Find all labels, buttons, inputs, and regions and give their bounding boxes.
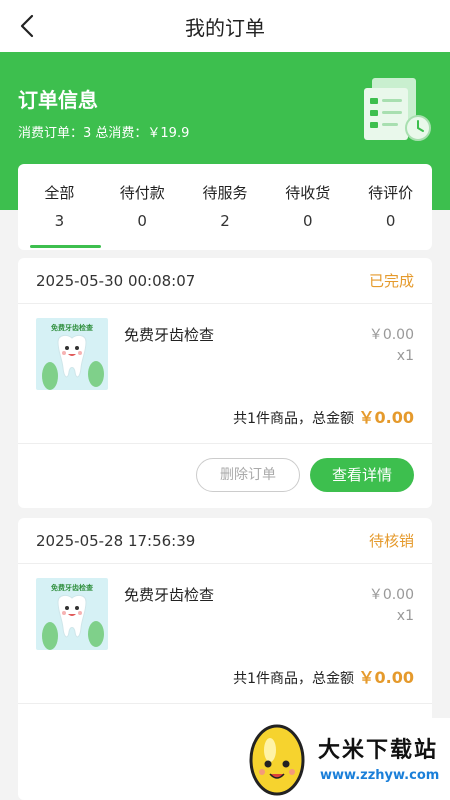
tab-count: 0 xyxy=(137,212,147,230)
product-thumbnail: 免费牙齿检查 xyxy=(36,318,108,390)
banner-title: 订单信息 xyxy=(18,88,98,112)
tab-label: 待收货 xyxy=(285,184,331,202)
order-summary: 消费订单：3 总消费：￥19.9 xyxy=(18,126,190,141)
order-document-icon xyxy=(364,78,431,141)
product-name: 免费牙齿检查 xyxy=(124,586,215,604)
order-header: 2025-05-30 00:08:07 已完成 xyxy=(18,258,432,304)
order-total-amount: ￥0.00 xyxy=(358,668,414,687)
rice-logo-icon xyxy=(249,724,305,796)
tooth-mascot-icon xyxy=(42,594,104,650)
tab-count: 2 xyxy=(220,212,230,230)
view-details-button[interactable]: 查看详情 xyxy=(310,458,414,492)
tab-label: 待付款 xyxy=(119,184,165,202)
product-thumbnail: 免费牙齿检查 xyxy=(36,578,108,650)
tab-label: 待评价 xyxy=(368,184,414,202)
tab-label: 待服务 xyxy=(202,184,248,202)
back-arrow-icon[interactable] xyxy=(14,12,42,40)
tab-pending-service[interactable]: 待服务 2 xyxy=(184,164,267,250)
order-header: 2025-05-28 17:56:39 待核销 xyxy=(18,518,432,564)
nav-bar: 我的订单 xyxy=(0,0,450,52)
product-price: ￥0.00 xyxy=(368,327,414,343)
tab-count: 0 xyxy=(303,212,313,230)
tab-pending-payment[interactable]: 待付款 0 xyxy=(101,164,184,250)
watermark-name: 大米下载站 xyxy=(318,738,439,763)
tab-count: 3 xyxy=(54,212,65,230)
tab-label: 全部 xyxy=(44,184,75,202)
order-card: 2025-05-30 00:08:07 已完成 免费牙齿检查 免费牙齿检查 ￥0… xyxy=(18,258,432,508)
order-total-label: 共1件商品，总金额 xyxy=(233,671,355,687)
product-price: ￥0.00 xyxy=(368,587,414,603)
order-status-tabs: 全部 3 待付款 0 待服务 2 待收货 0 待评价 0 xyxy=(18,164,432,250)
order-item[interactable]: 免费牙齿检查 免费牙齿检查 ￥0.00 x1 共1件商品，总金额 ￥0.00 xyxy=(18,564,432,704)
site-watermark: 大米下载站 www.zzhyw.com xyxy=(240,718,450,800)
order-time: 2025-05-28 17:56:39 xyxy=(36,531,196,550)
order-total-amount: ￥0.00 xyxy=(358,408,414,427)
order-item[interactable]: 免费牙齿检查 免费牙齿检查 ￥0.00 x1 共1件商品，总金额 ￥0.00 xyxy=(18,304,432,444)
watermark-url: www.zzhyw.com xyxy=(320,768,440,783)
tab-count: 0 xyxy=(385,212,396,230)
delete-order-button[interactable]: 删除订单 xyxy=(196,458,300,492)
order-time: 2025-05-30 00:08:07 xyxy=(36,271,196,290)
tooth-mascot-icon xyxy=(42,334,104,390)
order-total-label: 共1件商品，总金额 xyxy=(233,411,355,427)
product-quantity: x1 xyxy=(396,348,414,364)
tab-all[interactable]: 全部 3 xyxy=(18,164,101,250)
tab-pending-receipt[interactable]: 待收货 0 xyxy=(266,164,349,250)
tab-pending-review[interactable]: 待评价 0 xyxy=(349,164,432,250)
page-title: 我的订单 xyxy=(185,15,265,40)
order-status: 待核销 xyxy=(368,532,414,550)
clock-icon xyxy=(405,115,431,141)
product-quantity: x1 xyxy=(396,608,414,624)
order-actions: 删除订单 查看详情 xyxy=(18,444,432,508)
active-tab-indicator xyxy=(30,245,101,248)
order-total: 共1件商品，总金额 ￥0.00 xyxy=(233,664,414,688)
order-status: 已完成 xyxy=(368,272,414,290)
order-total: 共1件商品，总金额 ￥0.00 xyxy=(233,404,414,428)
product-name: 免费牙齿检查 xyxy=(124,326,215,344)
